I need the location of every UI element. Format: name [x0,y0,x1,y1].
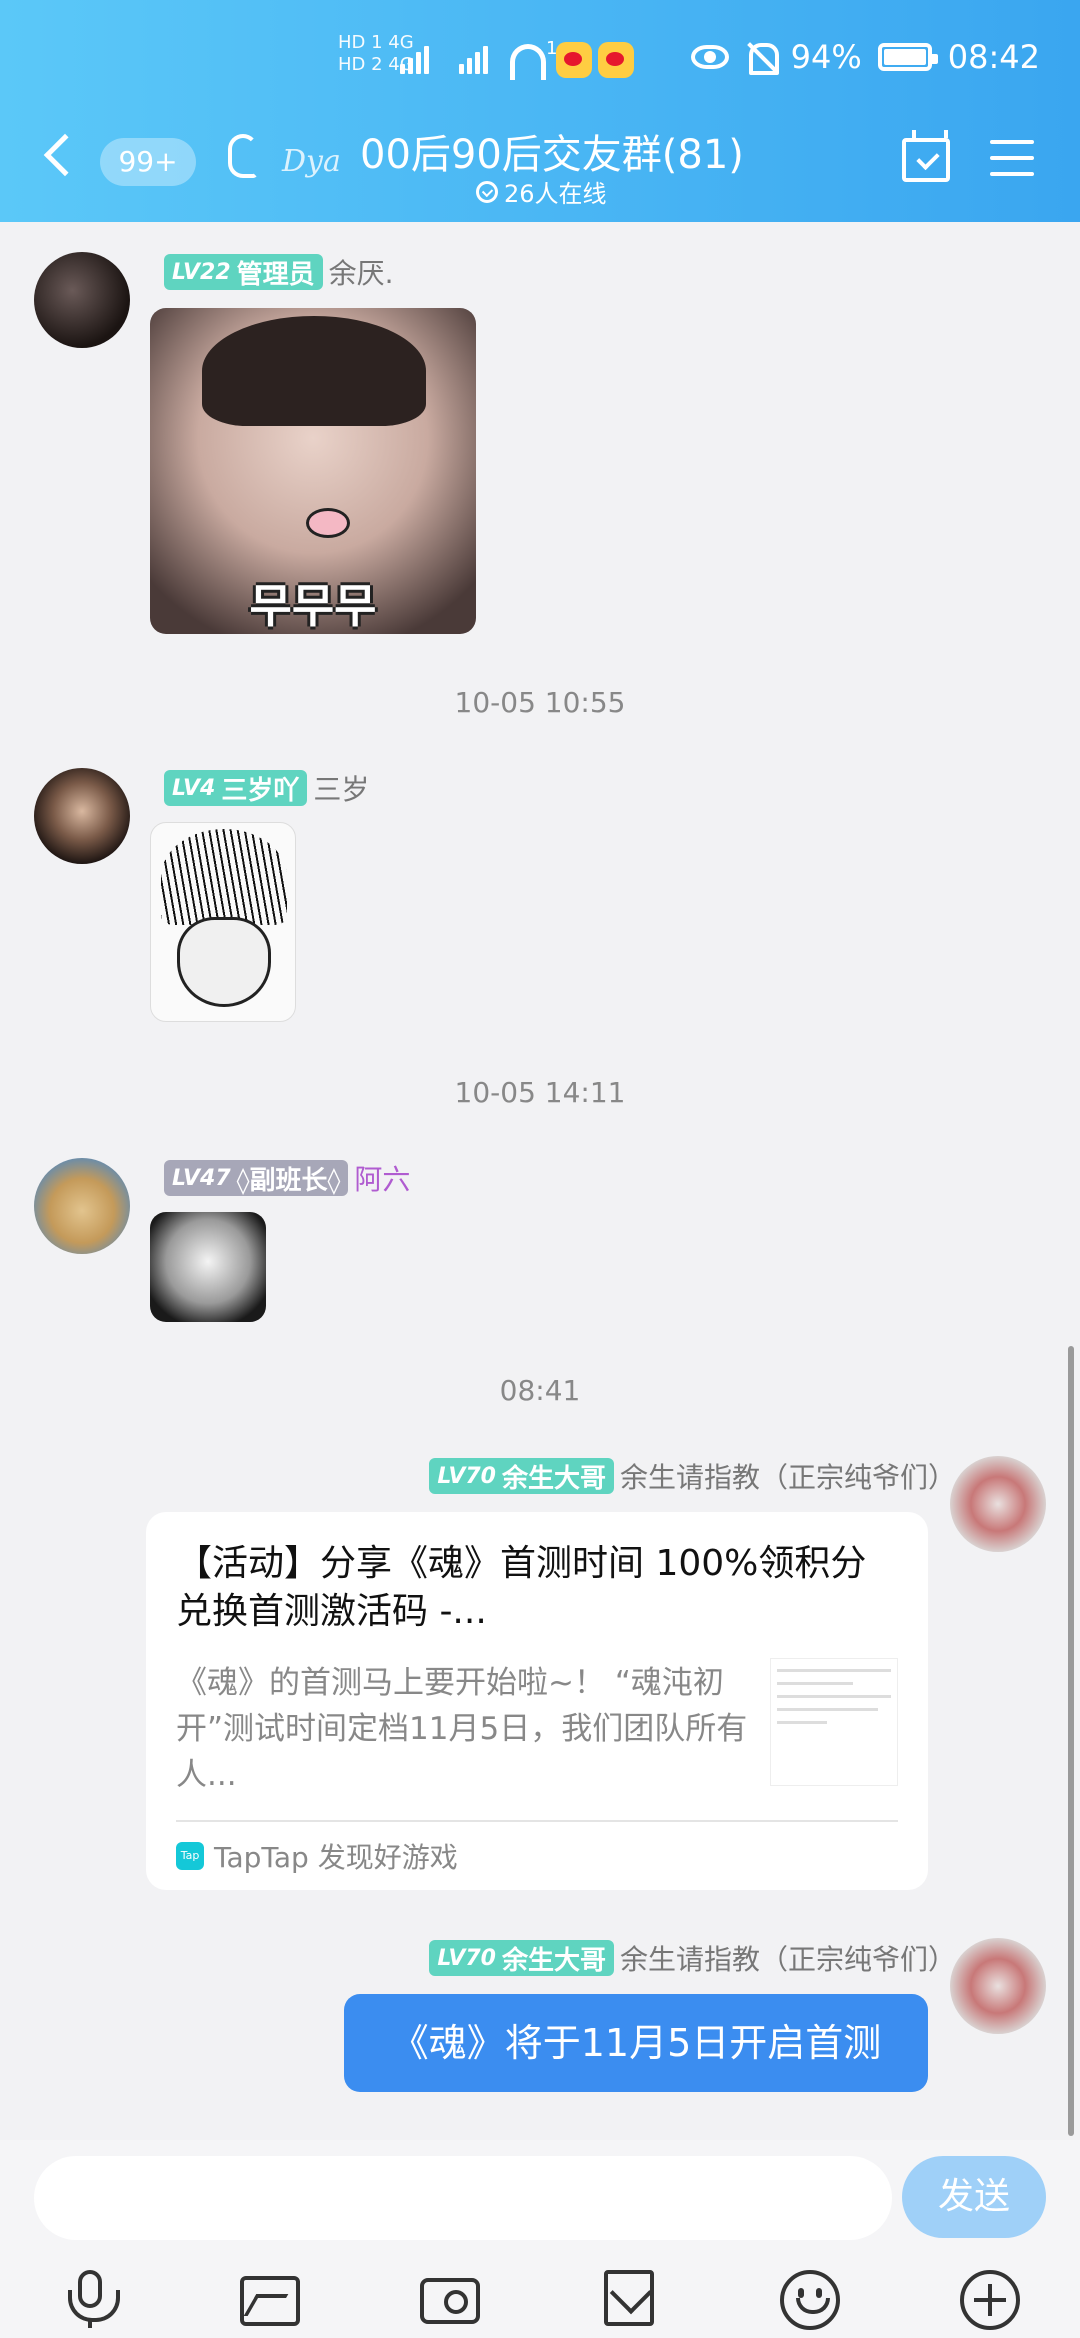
sticker-image[interactable] [150,1212,266,1322]
avatar[interactable] [34,252,130,348]
face-shape [177,917,271,1007]
group-level-decoration: Dya [282,144,341,179]
emoji-icon[interactable] [780,2270,840,2330]
weibo-icon [556,42,592,78]
sticker-image[interactable]: 무무무 [150,308,476,634]
sticker-image[interactable] [150,822,296,1022]
battery-percent: 94% [790,38,862,76]
back-icon[interactable] [43,133,87,177]
sender-row: LV70 余生大哥 余生请指教（正宗纯爷们） [429,1938,956,1978]
calendar-check-icon[interactable] [902,130,950,182]
sender-nickname: 余厌. [328,257,394,290]
member-tag: LV70 余生大哥 [429,1940,614,1976]
member-tag: LV47 ◊副班长◊ [164,1160,349,1196]
send-button[interactable]: 发送 [902,2156,1046,2238]
member-tag: LV70 余生大哥 [429,1458,614,1494]
nav-bar: 99+ Dya 00后90后交友群(81) 26人在线 [0,118,1080,218]
member-tag: LV22 管理员 [164,254,323,290]
microphone-icon[interactable] [60,2270,120,2330]
ear-icon[interactable] [228,134,258,178]
timestamp: 10-05 14:11 [454,1076,626,1109]
scrollbar[interactable] [1068,1346,1074,2136]
page-title[interactable]: 00后90后交友群(81) [360,122,744,180]
share-card[interactable]: 【活动】分享《魂》首测时间 100%领积分兑换首测激活码 -... 《魂》的首测… [146,1512,928,1890]
card-source: Tap TapTap 发现好游戏 [176,1820,898,1876]
input-bar: 发送 [0,2140,1080,2338]
timestamp: 10-05 10:55 [454,686,626,719]
card-description: 《魂》的首测马上要开始啦~！ “魂沌初开”测试时间定档11月5日，我们团队所有人… [176,1665,748,1793]
status-right: 94% 08:42 [690,38,1040,76]
battery-icon [877,43,938,71]
signal-icon [400,40,429,74]
sender-nickname: 三岁 [313,773,370,806]
sender-row: LV70 余生大哥 余生请指教（正宗纯爷们） [429,1456,956,1496]
timestamp: 08:41 [499,1374,581,1407]
unread-badge[interactable]: 99+ [100,138,196,186]
sender-row: LV4 三岁吖 三岁 [164,768,369,808]
hotspot-icon [510,44,546,80]
weibo-icon-2 [598,42,634,78]
message-input[interactable] [34,2156,892,2240]
avatar[interactable] [34,768,130,864]
status-bar: HD 1 4G HD 2 4G 1 94% 08:42 [0,30,1080,90]
card-thumbnail [770,1658,898,1786]
sender-nickname: 余生请指教（正宗纯爷们） [619,1461,956,1494]
mute-bell-icon [745,41,779,75]
sender-nickname: 余生请指教（正宗纯爷们） [619,1943,956,1976]
menu-icon[interactable] [990,140,1034,176]
online-count-text: 26人在线 [504,180,607,208]
avatar[interactable] [34,1158,130,1254]
signal-bars [400,40,488,74]
clock: 08:42 [947,38,1040,76]
eye-icon [690,45,729,69]
sender-nickname: 阿六 [354,1163,411,1196]
toolbar [0,2262,1080,2332]
chat-header: HD 1 4G HD 2 4G 1 94% 08:42 99+ Dya 00后9… [0,0,1080,222]
plus-icon[interactable] [960,2270,1020,2330]
signal-icon-2 [459,40,488,74]
chat-area[interactable]: LV22 管理员 余厌. 무무무 10-05 10:55 LV4 三岁吖 三岁 10… [0,222,1080,2140]
avatar[interactable] [950,1938,1046,2034]
camera-icon[interactable] [420,2278,480,2324]
check-circle-icon [476,180,498,203]
photo-icon[interactable] [240,2276,300,2326]
red-packet-icon[interactable] [604,2270,654,2326]
taptap-logo-icon: Tap [176,1842,204,1870]
hair-shape [202,316,426,426]
card-source-label: TapTap 发现好游戏 [214,1841,458,1874]
avatar[interactable] [950,1456,1046,1552]
sticker-caption: 무무무 [249,579,377,633]
member-tag: LV4 三岁吖 [164,770,308,806]
spiky-hair-shape [161,829,287,925]
message-bubble[interactable]: 《魂》将于11月5日开启首测 [344,1994,928,2092]
online-count: 26人在线 [476,174,607,209]
pig-nose-icon [306,508,350,538]
sender-row: LV47 ◊副班长◊ 阿六 [164,1158,410,1198]
sender-row: LV22 管理员 余厌. [164,252,394,292]
card-title: 【活动】分享《魂》首测时间 100%领积分兑换首测激活码 -... [176,1543,867,1632]
